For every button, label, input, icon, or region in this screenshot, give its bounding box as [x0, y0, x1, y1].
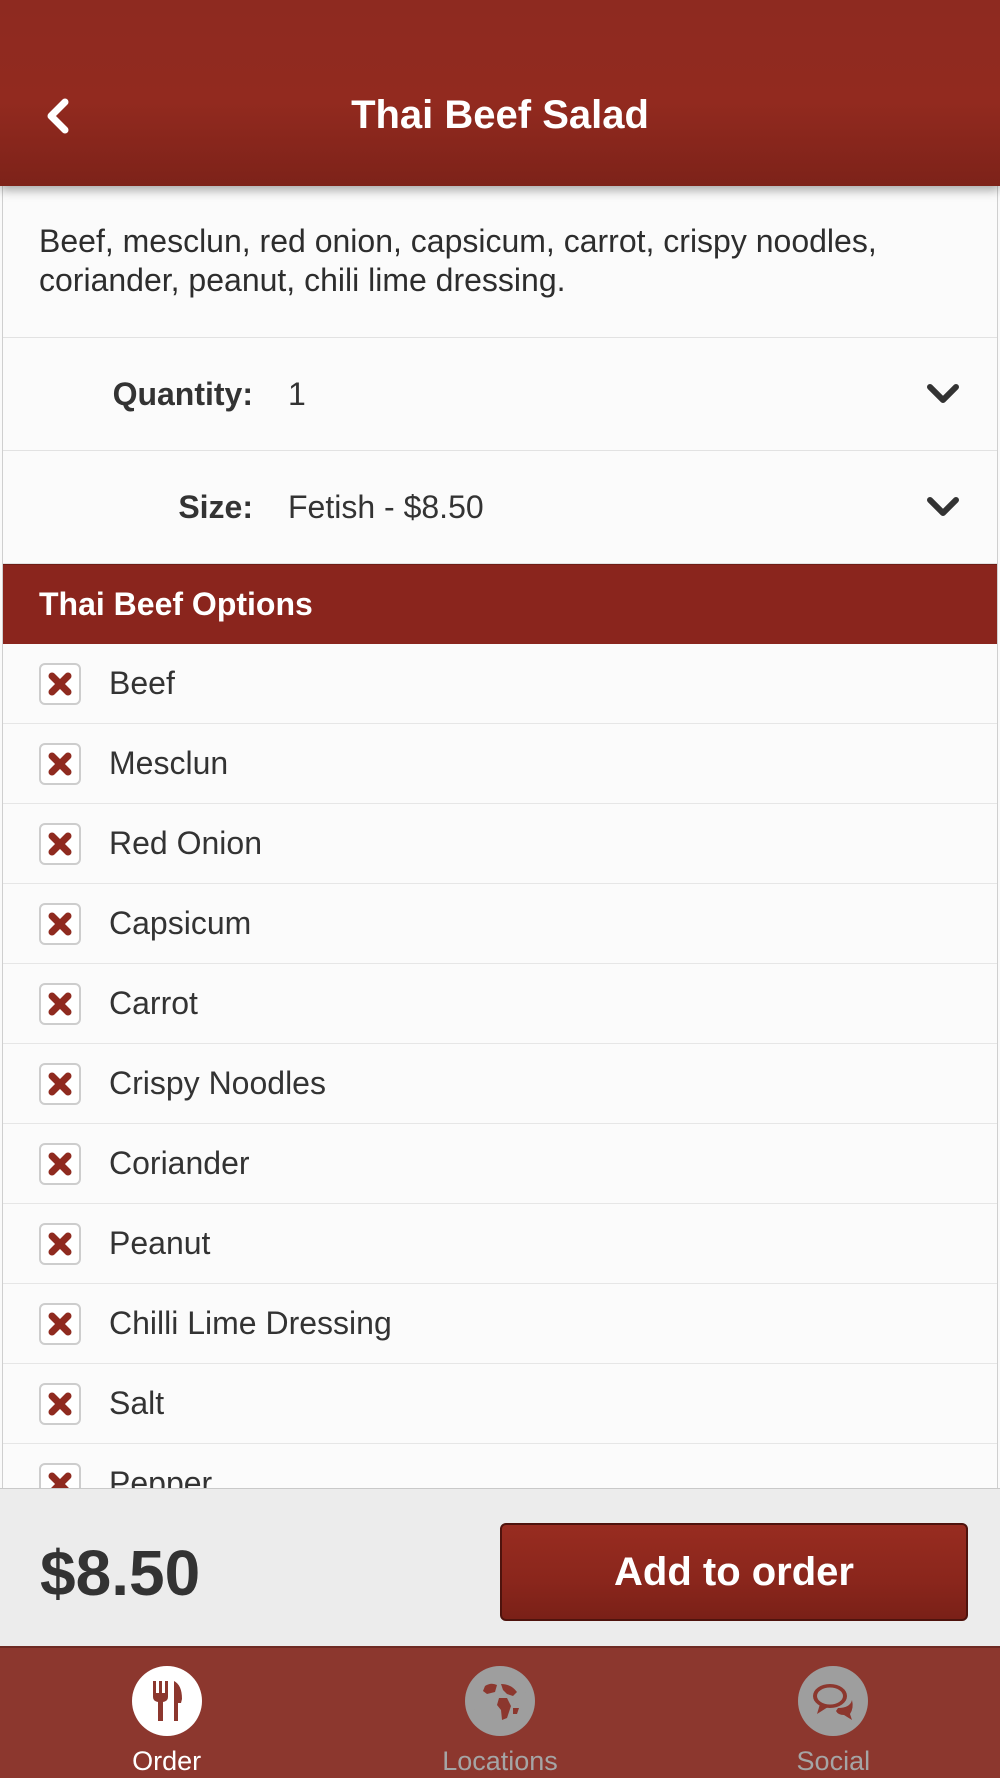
chat-bubbles-icon — [798, 1666, 869, 1736]
x-mark-icon — [48, 752, 72, 775]
tab-social[interactable]: Social — [667, 1648, 1000, 1778]
option-label: Red Onion — [109, 825, 262, 861]
option-row[interactable]: Carrot — [3, 964, 997, 1044]
back-button[interactable] — [30, 86, 86, 146]
option-label: Mesclun — [109, 745, 229, 781]
page-title: Thai Beef Salad — [351, 93, 649, 137]
option-row[interactable]: Beef — [3, 644, 997, 724]
option-row[interactable]: Salt — [3, 1364, 997, 1444]
option-row[interactable]: Peanut — [3, 1204, 997, 1284]
top-nav-bar: Thai Beef Salad — [0, 0, 1000, 186]
size-select[interactable]: Size: Fetish - $8.50 — [3, 451, 997, 564]
option-checkbox[interactable] — [39, 1222, 81, 1265]
option-checkbox[interactable] — [39, 822, 81, 865]
globe-icon — [464, 1666, 535, 1736]
option-label: Carrot — [109, 985, 198, 1021]
order-footer: $8.50 Add to order — [0, 1488, 1000, 1646]
chevron-left-icon — [47, 98, 69, 134]
option-row[interactable]: Crispy Noodles — [3, 1044, 997, 1124]
tab-order-label: Order — [132, 1746, 202, 1776]
option-checkbox[interactable] — [39, 1062, 81, 1105]
option-label: Peanut — [109, 1225, 211, 1261]
total-price: $8.50 — [40, 1537, 201, 1609]
option-checkbox[interactable] — [39, 662, 81, 705]
option-row[interactable]: Mesclun — [3, 724, 997, 804]
options-list: Beef Mesclun Red Onion Capsicum Carrot Crispy… — [3, 644, 997, 1488]
option-label: Beef — [109, 665, 175, 701]
x-mark-icon — [48, 672, 72, 695]
tab-social-label: Social — [796, 1746, 871, 1776]
options-section-header: Thai Beef Options — [3, 564, 997, 644]
tab-locations[interactable]: Locations — [333, 1648, 666, 1778]
bottom-tab-bar: Order Locations Social — [0, 1646, 1000, 1778]
x-mark-icon — [48, 1072, 72, 1095]
x-mark-icon — [48, 1232, 72, 1255]
quantity-select[interactable]: Quantity: 1 — [3, 338, 997, 451]
option-checkbox[interactable] — [39, 1462, 81, 1488]
add-to-order-button[interactable]: Add to order — [500, 1523, 968, 1621]
tab-order[interactable]: Order — [0, 1648, 333, 1778]
x-mark-icon — [48, 1152, 72, 1175]
item-detail-content[interactable]: Beef, mesclun, red onion, capsicum, carr… — [2, 186, 998, 1488]
x-mark-icon — [48, 832, 72, 855]
x-mark-icon — [48, 1392, 72, 1415]
fork-knife-icon — [131, 1666, 202, 1736]
option-checkbox[interactable] — [39, 742, 81, 785]
option-label: Pepper — [109, 1465, 213, 1488]
x-mark-icon — [48, 1312, 72, 1335]
option-row[interactable]: Chilli Lime Dressing — [3, 1284, 997, 1364]
option-checkbox[interactable] — [39, 1302, 81, 1345]
chevron-down-icon — [927, 384, 959, 403]
x-mark-icon — [48, 912, 72, 935]
option-checkbox[interactable] — [39, 902, 81, 945]
quantity-label: Quantity: — [112, 375, 253, 412]
size-label: Size: — [178, 488, 253, 525]
quantity-value: 1 — [288, 375, 306, 412]
size-value: Fetish - $8.50 — [288, 488, 484, 525]
option-label: Capsicum — [109, 905, 252, 941]
x-mark-icon — [48, 1472, 72, 1488]
option-label: Crispy Noodles — [109, 1065, 326, 1101]
option-checkbox[interactable] — [39, 1142, 81, 1185]
option-label: Coriander — [109, 1145, 250, 1181]
item-description: Beef, mesclun, red onion, capsicum, carr… — [3, 186, 997, 338]
option-checkbox[interactable] — [39, 1382, 81, 1425]
option-row[interactable]: Capsicum — [3, 884, 997, 964]
option-row[interactable]: Pepper — [3, 1444, 997, 1488]
tab-locations-label: Locations — [442, 1746, 558, 1776]
x-mark-icon — [48, 992, 72, 1015]
option-label: Chilli Lime Dressing — [109, 1305, 392, 1341]
chevron-down-icon — [927, 497, 959, 516]
option-row[interactable]: Coriander — [3, 1124, 997, 1204]
option-row[interactable]: Red Onion — [3, 804, 997, 884]
option-label: Salt — [109, 1385, 165, 1421]
option-checkbox[interactable] — [39, 982, 81, 1025]
